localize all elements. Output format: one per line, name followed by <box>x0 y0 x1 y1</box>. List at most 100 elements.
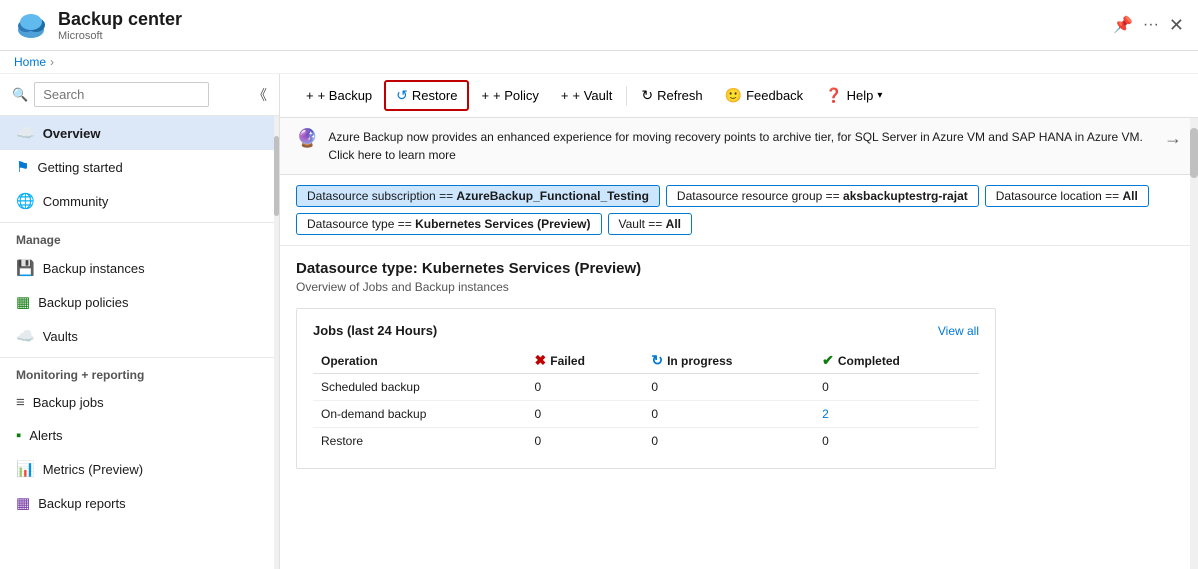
sidebar-collapse-button[interactable]: 《 <box>253 85 267 105</box>
main-scrollbar[interactable] <box>1190 118 1198 569</box>
sidebar-item-label-backup-reports: Backup reports <box>38 496 125 511</box>
failed-restore: 0 <box>527 428 644 455</box>
in-progress-label: In progress <box>667 354 732 368</box>
completed-icon: ✔ <box>822 352 834 369</box>
sidebar-nav: ☁️ Overview ⚑ Getting started 🌐 Communit… <box>0 116 279 569</box>
sidebar-item-community[interactable]: 🌐 Community <box>0 184 279 218</box>
alerts-icon: ▪ <box>16 427 21 444</box>
in-progress-icon: ↻ <box>651 352 663 369</box>
failed-label: Failed <box>550 354 585 368</box>
inprog-ondemand: 0 <box>643 401 814 428</box>
feedback-button[interactable]: 🙂 Feedback <box>715 82 814 109</box>
col-failed: ✖ Failed <box>527 348 644 374</box>
sidebar-item-label-getting-started: Getting started <box>37 160 122 175</box>
filter-vault[interactable]: Vault == All <box>608 213 693 235</box>
info-banner: 🔮 Azure Backup now provides an enhanced … <box>280 118 1198 175</box>
metrics-icon: 📊 <box>16 460 35 478</box>
failed-icon: ✖ <box>535 352 547 369</box>
sidebar-item-label-community: Community <box>43 194 109 209</box>
sidebar: 🔍 《 ☁️ Overview ⚑ Getting started 🌐 <box>0 74 280 569</box>
vault-button[interactable]: + + Vault <box>551 83 622 108</box>
restore-icon: ↺ <box>396 87 408 104</box>
sidebar-item-label-alerts: Alerts <box>29 428 62 443</box>
sidebar-item-label-backup-instances: Backup instances <box>43 261 145 276</box>
pin-button[interactable]: 📌 <box>1113 15 1133 35</box>
filter-resource-group[interactable]: Datasource resource group == aksbackupte… <box>666 185 979 207</box>
close-button[interactable]: ✕ <box>1169 15 1184 36</box>
vault-icon: + <box>561 88 569 103</box>
op-ondemand: On-demand backup <box>313 401 527 428</box>
op-restore: Restore <box>313 428 527 455</box>
sidebar-item-label-overview: Overview <box>43 126 101 141</box>
backup-instances-icon: 💾 <box>16 259 35 277</box>
app-icon <box>14 8 48 42</box>
feedback-icon: 🙂 <box>725 87 742 104</box>
restore-button[interactable]: ↺ Restore <box>384 80 469 111</box>
sidebar-item-vaults[interactable]: ☁️ Vaults <box>0 319 279 353</box>
feedback-label: Feedback <box>746 88 803 103</box>
more-button[interactable]: ··· <box>1143 16 1159 34</box>
toolbar: + + Backup ↺ Restore + + Policy + + Vaul… <box>280 74 1198 118</box>
jobs-table: Operation ✖ Failed ↻ <box>313 348 979 454</box>
community-icon: 🌐 <box>16 192 35 210</box>
breadcrumb-sep: › <box>50 55 54 69</box>
jobs-card-header: Jobs (last 24 Hours) View all <box>313 323 979 338</box>
policy-button[interactable]: + + Policy <box>471 83 548 108</box>
main-content: + + Backup ↺ Restore + + Policy + + Vaul… <box>280 74 1198 569</box>
backup-icon: + <box>306 88 314 103</box>
table-row: Scheduled backup 0 0 0 <box>313 374 979 401</box>
filter-location[interactable]: Datasource location == All <box>985 185 1149 207</box>
filter-datasource-type[interactable]: Datasource type == Kubernetes Services (… <box>296 213 602 235</box>
help-icon: ❓ <box>825 87 842 104</box>
refresh-button[interactable]: ↻ Refresh <box>631 82 712 109</box>
col-operation: Operation <box>313 348 527 374</box>
sidebar-item-backup-policies[interactable]: ▦ Backup policies <box>0 285 279 319</box>
scrollable-content: 🔮 Azure Backup now provides an enhanced … <box>280 118 1198 569</box>
breadcrumb-home[interactable]: Home <box>14 55 46 69</box>
help-chevron-icon: ▾ <box>877 90 882 101</box>
search-input[interactable] <box>34 82 209 107</box>
sidebar-item-metrics[interactable]: 📊 Metrics (Preview) <box>0 452 279 486</box>
backup-jobs-icon: ≡ <box>16 394 25 411</box>
datasource-subtitle: Overview of Jobs and Backup instances <box>296 280 1182 294</box>
sidebar-item-label-backup-policies: Backup policies <box>38 295 128 310</box>
app-subtitle: Microsoft <box>58 30 1103 42</box>
sidebar-search-bar: 🔍 《 <box>0 74 279 116</box>
backup-policies-icon: ▦ <box>16 293 30 311</box>
app-header: Backup center Microsoft 📌 ··· ✕ <box>0 0 1198 51</box>
jobs-card: Jobs (last 24 Hours) View all Operation … <box>296 308 996 469</box>
banner-arrow-icon[interactable]: → <box>1164 128 1182 149</box>
content-area: Datasource type: Kubernetes Services (Pr… <box>280 246 1198 483</box>
completed-ondemand[interactable]: 2 <box>814 401 979 428</box>
vaults-icon: ☁️ <box>16 327 35 345</box>
policy-icon: + <box>481 88 489 103</box>
sidebar-item-backup-instances[interactable]: 💾 Backup instances <box>0 251 279 285</box>
toolbar-sep-1 <box>626 86 627 106</box>
sidebar-item-backup-jobs[interactable]: ≡ Backup jobs <box>0 386 279 419</box>
backup-button[interactable]: + + Backup <box>296 83 382 108</box>
jobs-title: Jobs (last 24 Hours) <box>313 323 437 338</box>
help-button[interactable]: ❓ Help ▾ <box>815 82 892 109</box>
table-row: Restore 0 0 0 <box>313 428 979 455</box>
sidebar-scrollbar[interactable] <box>274 116 279 569</box>
datasource-title: Datasource type: Kubernetes Services (Pr… <box>296 260 1182 277</box>
refresh-icon: ↻ <box>641 87 653 104</box>
banner-text[interactable]: Azure Backup now provides an enhanced ex… <box>328 128 1154 164</box>
failed-ondemand: 0 <box>527 401 644 428</box>
sidebar-item-alerts[interactable]: ▪ Alerts <box>0 419 279 452</box>
completed-label: Completed <box>838 354 900 368</box>
overview-icon: ☁️ <box>16 124 35 142</box>
sidebar-item-getting-started[interactable]: ⚑ Getting started <box>0 150 279 184</box>
failed-scheduled: 0 <box>527 374 644 401</box>
view-all-link[interactable]: View all <box>938 324 979 338</box>
sidebar-item-overview[interactable]: ☁️ Overview <box>0 116 279 150</box>
manage-section-label: Manage <box>0 222 279 251</box>
sidebar-item-label-vaults: Vaults <box>43 329 78 344</box>
breadcrumb: Home › <box>0 51 1198 74</box>
restore-label: Restore <box>412 88 458 103</box>
sidebar-item-backup-reports[interactable]: ▦ Backup reports <box>0 486 279 520</box>
sidebar-item-label-backup-jobs: Backup jobs <box>33 395 104 410</box>
sidebar-item-label-metrics: Metrics (Preview) <box>43 462 143 477</box>
op-scheduled: Scheduled backup <box>313 374 527 401</box>
filter-subscription[interactable]: Datasource subscription == AzureBackup_F… <box>296 185 660 207</box>
